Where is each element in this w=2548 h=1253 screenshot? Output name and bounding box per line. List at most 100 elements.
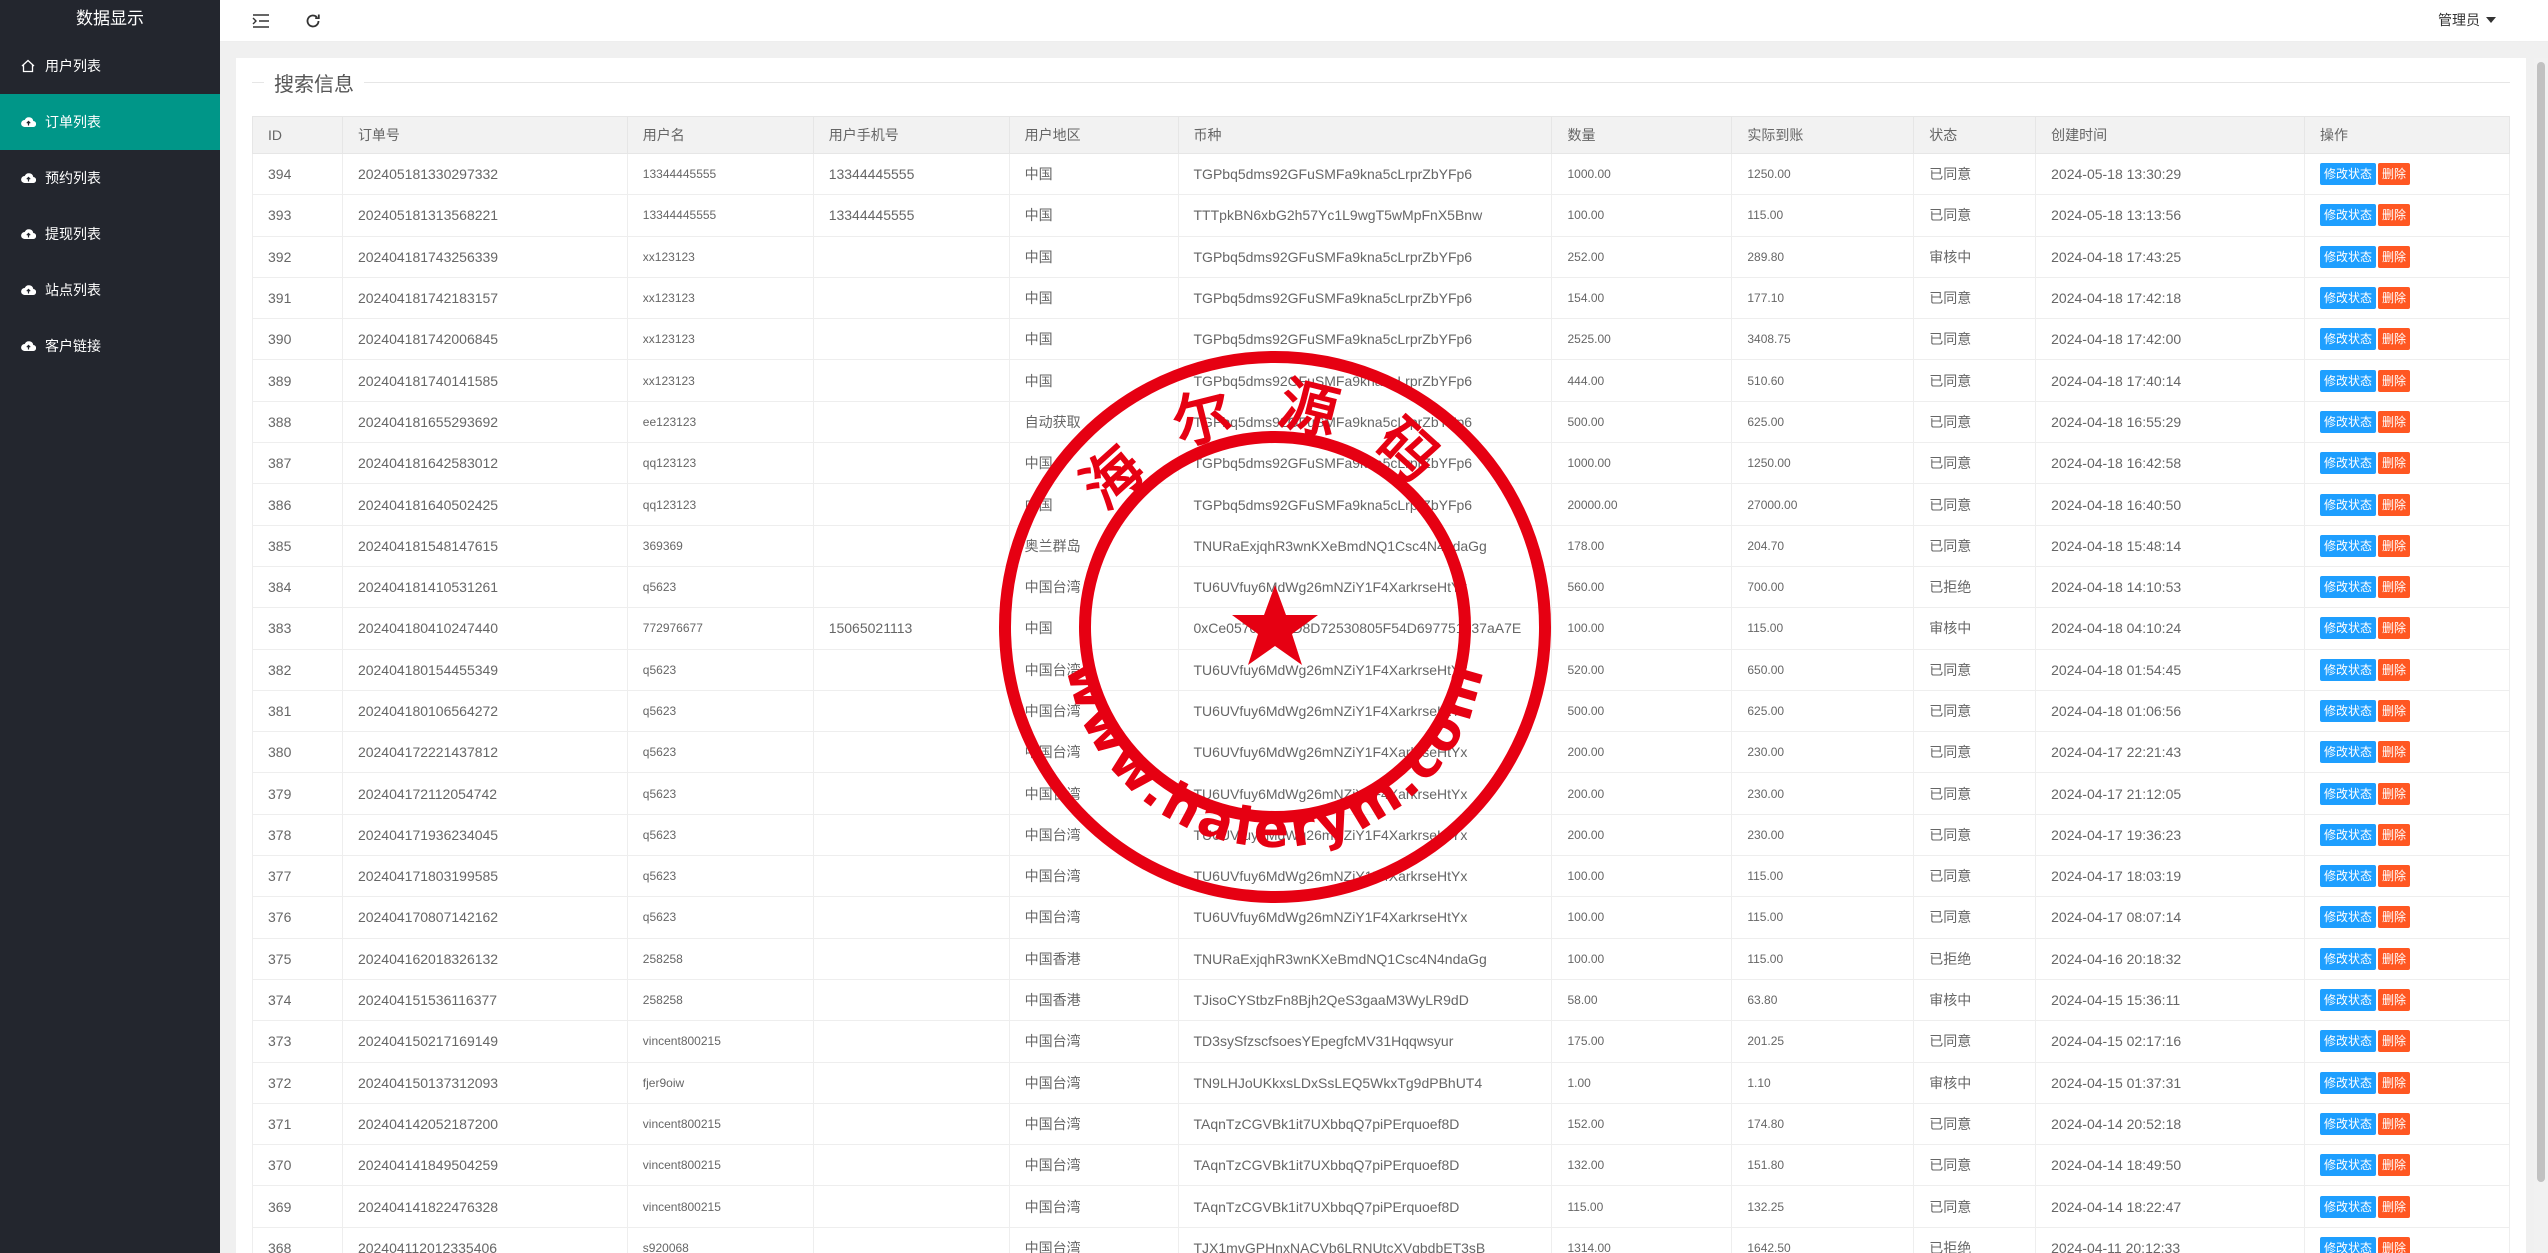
delete-button[interactable]: 删除 bbox=[2378, 163, 2411, 186]
table-row: 386 202404181640502425 qq123123 中国 TGPbq5dms… bbox=[252, 483, 2510, 526]
delete-button[interactable]: 删除 bbox=[2378, 493, 2411, 516]
table-row: 384 202404181410531261 q5623 中国台湾 TU6UVfuy6M… bbox=[252, 565, 2510, 609]
table-cell: 已同意 bbox=[1913, 1102, 2037, 1146]
edit-status-button[interactable]: 修改状态 bbox=[2320, 163, 2377, 186]
delete-button[interactable]: 删除 bbox=[2378, 245, 2411, 268]
table-cell bbox=[812, 359, 1010, 402]
delete-button[interactable]: 删除 bbox=[2378, 1112, 2411, 1135]
sidebar-brand: 数据显示 bbox=[76, 9, 144, 29]
edit-status-button[interactable]: 修改状态 bbox=[2320, 1236, 2377, 1253]
delete-button[interactable]: 删除 bbox=[2378, 947, 2411, 970]
table-cell: TGPbq5dms92GFuSMFa9kna5cLrprZbYFp6 bbox=[1177, 235, 1553, 278]
delete-button[interactable]: 删除 bbox=[2378, 823, 2411, 846]
sidebar-item-label: 客户链接 bbox=[45, 339, 101, 355]
edit-status-button[interactable]: 修改状态 bbox=[2320, 452, 2377, 475]
delete-button[interactable]: 删除 bbox=[2378, 989, 2411, 1012]
edit-status-button[interactable]: 修改状态 bbox=[2320, 1154, 2377, 1177]
cloud-icon bbox=[20, 338, 36, 354]
edit-status-button[interactable]: 修改状态 bbox=[2320, 1071, 2377, 1094]
delete-button[interactable]: 删除 bbox=[2378, 1154, 2411, 1177]
sidebar-item-4[interactable]: 站点列表 bbox=[0, 262, 220, 318]
edit-status-button[interactable]: 修改状态 bbox=[2320, 741, 2377, 764]
edit-status-button[interactable]: 修改状态 bbox=[2320, 534, 2377, 557]
edit-status-button[interactable]: 修改状态 bbox=[2320, 1112, 2377, 1135]
delete-button[interactable]: 删除 bbox=[2378, 865, 2411, 888]
search-legend: 搜索信息 bbox=[274, 74, 354, 96]
delete-button[interactable]: 删除 bbox=[2378, 204, 2411, 227]
edit-status-button[interactable]: 修改状态 bbox=[2320, 245, 2377, 268]
row-actions: 修改状态 删除 bbox=[2304, 194, 2510, 237]
table-cell bbox=[812, 318, 1010, 361]
row-actions: 修改状态 删除 bbox=[2304, 607, 2510, 650]
edit-status-button[interactable]: 修改状态 bbox=[2320, 576, 2377, 599]
edit-status-button[interactable]: 修改状态 bbox=[2320, 700, 2377, 722]
table-cell: 392 bbox=[252, 235, 343, 278]
page-scrollbar[interactable] bbox=[2534, 58, 2548, 1253]
table-cell: 中国香港 bbox=[1008, 937, 1179, 980]
table-cell: vincent800215 bbox=[626, 1185, 814, 1228]
edit-status-button[interactable]: 修改状态 bbox=[2320, 328, 2377, 351]
table-cell: 381 bbox=[252, 689, 343, 733]
table-cell: 115.00 bbox=[1731, 194, 1915, 237]
table-cell: TU6UVfuy6MdWg26mNZiY1F4XarkrseHtYx bbox=[1177, 648, 1553, 691]
table-cell: TU6UVfuy6MdWg26mNZiY1F4XarkrseHtYx bbox=[1177, 855, 1553, 898]
edit-status-button[interactable]: 修改状态 bbox=[2320, 823, 2377, 846]
table-cell: 2024-04-15 01:37:31 bbox=[2035, 1061, 2306, 1104]
menu-toggle-button[interactable] bbox=[248, 8, 274, 34]
table-cell: 202404141849504259 bbox=[341, 1144, 628, 1187]
edit-status-button[interactable]: 修改状态 bbox=[2320, 865, 2377, 888]
delete-button[interactable]: 删除 bbox=[2378, 1030, 2411, 1053]
table-cell: 2024-04-18 16:42:58 bbox=[2035, 442, 2306, 485]
edit-status-button[interactable]: 修改状态 bbox=[2320, 204, 2377, 227]
sidebar-item-1[interactable]: 订单列表 bbox=[0, 94, 220, 150]
edit-status-button[interactable]: 修改状态 bbox=[2320, 658, 2377, 681]
delete-button[interactable]: 删除 bbox=[2378, 534, 2411, 557]
delete-button[interactable]: 删除 bbox=[2378, 287, 2411, 310]
edit-status-button[interactable]: 修改状态 bbox=[2320, 287, 2377, 310]
edit-status-button[interactable]: 修改状态 bbox=[2320, 782, 2377, 805]
top-bar: 管理员 bbox=[220, 0, 2548, 42]
delete-button[interactable]: 删除 bbox=[2378, 741, 2411, 764]
edit-status-button[interactable]: 修改状态 bbox=[2320, 1195, 2377, 1218]
edit-status-button[interactable]: 修改状态 bbox=[2320, 493, 2377, 516]
delete-button[interactable]: 删除 bbox=[2378, 328, 2411, 351]
edit-status-button[interactable]: 修改状态 bbox=[2320, 369, 2377, 392]
delete-button[interactable]: 删除 bbox=[2378, 576, 2411, 599]
sidebar-item-3[interactable]: 提现列表 bbox=[0, 206, 220, 262]
edit-status-button[interactable]: 修改状态 bbox=[2320, 1030, 2377, 1053]
sidebar-item-0[interactable]: 用户列表 bbox=[0, 38, 220, 94]
edit-status-button[interactable]: 修改状态 bbox=[2320, 989, 2377, 1012]
delete-button[interactable]: 删除 bbox=[2378, 369, 2411, 392]
delete-button[interactable]: 删除 bbox=[2378, 782, 2411, 805]
table-cell: 58.00 bbox=[1551, 978, 1733, 1022]
table-cell: 115.00 bbox=[1731, 937, 1915, 980]
table-cell: q5623 bbox=[626, 813, 814, 857]
delete-button[interactable]: 删除 bbox=[2378, 617, 2411, 640]
delete-button[interactable]: 删除 bbox=[2378, 1071, 2411, 1094]
table-cell: 202404181740141585 bbox=[341, 359, 628, 402]
scrollbar-thumb[interactable] bbox=[2537, 62, 2545, 1182]
delete-button[interactable]: 删除 bbox=[2378, 1195, 2411, 1218]
edit-status-button[interactable]: 修改状态 bbox=[2320, 617, 2377, 640]
delete-button[interactable]: 删除 bbox=[2378, 658, 2411, 681]
edit-status-button[interactable]: 修改状态 bbox=[2320, 947, 2377, 970]
edit-status-button[interactable]: 修改状态 bbox=[2320, 906, 2377, 929]
table-cell: 377 bbox=[252, 855, 343, 898]
table-cell: 2024-04-18 16:55:29 bbox=[2035, 400, 2306, 444]
column-header: 数量 bbox=[1551, 116, 1733, 154]
table-cell: 已同意 bbox=[1913, 772, 2037, 815]
table-cell: 已同意 bbox=[1913, 1185, 2037, 1228]
admin-menu[interactable]: 管理员 bbox=[2438, 10, 2496, 30]
table-cell: xx123123 bbox=[626, 276, 814, 320]
column-header: 用户手机号 bbox=[812, 116, 1010, 154]
table-cell: 已同意 bbox=[1913, 483, 2037, 526]
edit-status-button[interactable]: 修改状态 bbox=[2320, 410, 2377, 433]
delete-button[interactable]: 删除 bbox=[2378, 1236, 2411, 1253]
delete-button[interactable]: 删除 bbox=[2378, 410, 2411, 433]
refresh-button[interactable] bbox=[300, 8, 326, 34]
delete-button[interactable]: 删除 bbox=[2378, 700, 2411, 722]
delete-button[interactable]: 删除 bbox=[2378, 452, 2411, 475]
sidebar-item-2[interactable]: 预约列表 bbox=[0, 150, 220, 206]
sidebar-item-5[interactable]: 客户链接 bbox=[0, 318, 220, 374]
delete-button[interactable]: 删除 bbox=[2378, 906, 2411, 929]
